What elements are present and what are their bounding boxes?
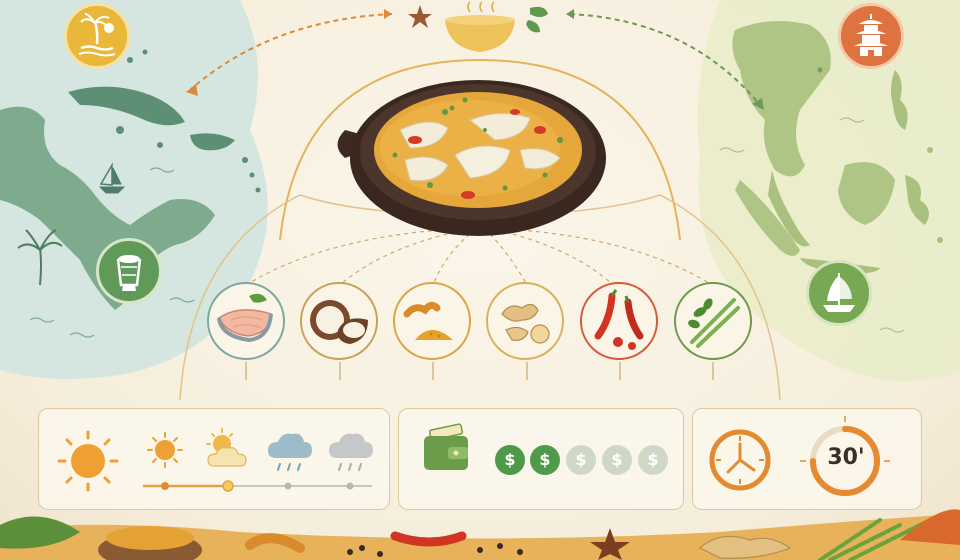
rain-cloud-icon — [268, 433, 312, 471]
cost-coin-5: $ — [638, 445, 668, 475]
cost-coin-4: $ — [602, 445, 632, 475]
recipe-infographic: $ $ $ $ $ 30' — [0, 0, 960, 560]
cost-coin-3: $ — [566, 445, 596, 475]
cost-coin-2: $ — [530, 445, 560, 475]
spice-strip — [0, 509, 960, 560]
weather-scale — [143, 480, 372, 492]
clock-icon — [709, 429, 771, 491]
sun-icon — [57, 430, 119, 492]
panel-icons — [0, 416, 960, 560]
red-chili — [390, 531, 467, 547]
cooking-time-label: 30' — [827, 445, 865, 470]
wallet-icon — [424, 423, 468, 470]
rain-cloud-icon — [329, 433, 373, 471]
sun-icon — [147, 432, 183, 468]
cost-coin-1: $ — [495, 445, 525, 475]
partly-sunny-icon — [206, 428, 247, 467]
